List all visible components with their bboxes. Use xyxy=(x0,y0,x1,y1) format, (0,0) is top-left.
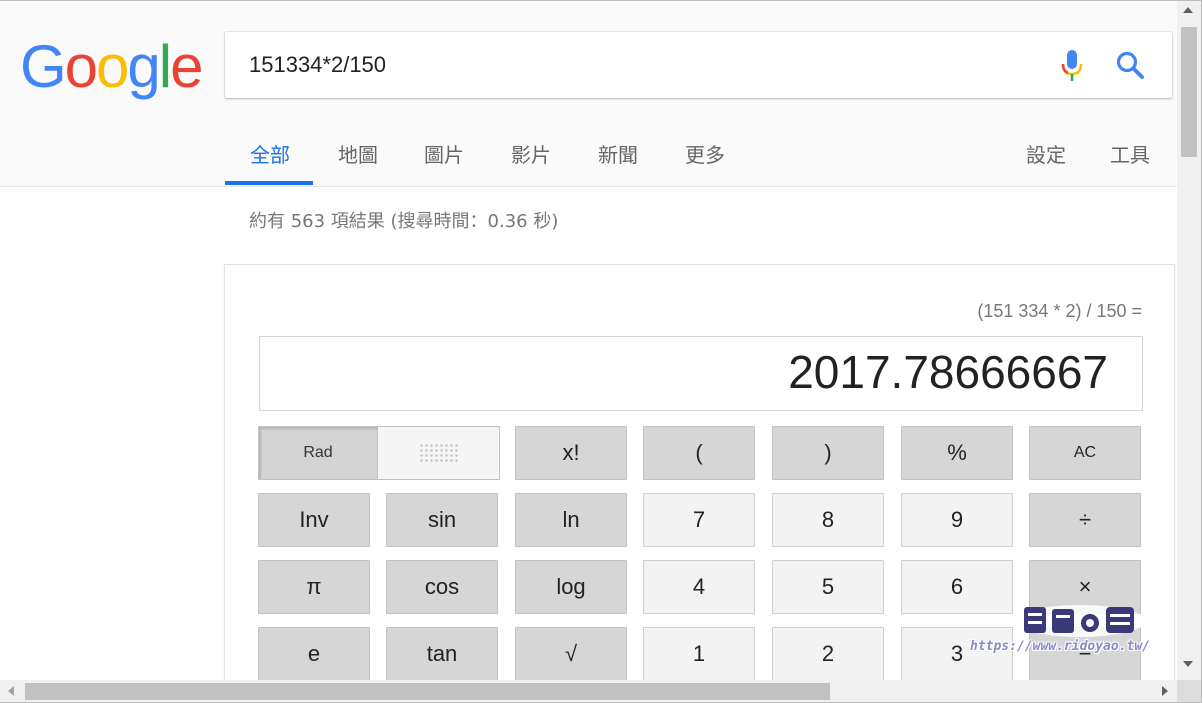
digit-6-button[interactable]: 6 xyxy=(901,560,1013,614)
digit-2-button[interactable]: 2 xyxy=(772,627,884,681)
all-clear-button[interactable]: AC xyxy=(1029,426,1141,480)
scrollbar-corner xyxy=(1177,680,1201,702)
e-button[interactable]: e xyxy=(258,627,370,681)
scroll-down-icon[interactable] xyxy=(1183,661,1193,667)
percent-button[interactable]: % xyxy=(901,426,1013,480)
ln-button[interactable]: ln xyxy=(515,493,627,547)
logo-letter: o xyxy=(64,33,98,100)
tab-tools[interactable]: 工具 xyxy=(1110,139,1150,168)
vertical-scroll-thumb[interactable] xyxy=(1181,27,1197,157)
vertical-scrollbar[interactable] xyxy=(1177,1,1201,680)
calculator-result: 2017.78666667 xyxy=(788,346,1108,398)
horizontal-scroll-thumb[interactable] xyxy=(25,683,830,700)
pi-button[interactable]: π xyxy=(258,560,370,614)
tab-maps[interactable]: 地圖 xyxy=(338,139,378,168)
calculator-card: (151 334 * 2) / 150 = 2017.78666667 Rad … xyxy=(224,264,1175,702)
scroll-left-icon[interactable] xyxy=(8,686,14,696)
microphone-icon[interactable] xyxy=(1059,49,1085,83)
subtract-button[interactable]: − xyxy=(1029,627,1141,681)
deg-button[interactable] xyxy=(378,427,499,479)
search-tabs: 全部 地圖 圖片 影片 新聞 更多 設定 工具 xyxy=(225,129,1165,186)
logo-letter: l xyxy=(158,33,172,100)
search-input[interactable] xyxy=(249,50,1029,80)
deg-dots-icon xyxy=(418,443,459,463)
horizontal-scrollbar[interactable] xyxy=(0,680,1177,702)
active-tab-indicator xyxy=(225,181,313,185)
sqrt-button[interactable]: √ xyxy=(515,627,627,681)
open-paren-button[interactable]: ( xyxy=(643,426,755,480)
close-paren-button[interactable]: ) xyxy=(772,426,884,480)
magnifier-icon[interactable] xyxy=(1115,50,1147,82)
digit-1-button[interactable]: 1 xyxy=(643,627,755,681)
search-box xyxy=(225,32,1172,98)
result-stats: 約有 563 項結果 (搜尋時間：0.36 秒) xyxy=(249,211,559,232)
factorial-button[interactable]: x! xyxy=(515,426,627,480)
browser-page: Google 全部 地圖 圖片 影片 新聞 更多 設定 工具 約有 563 項結… xyxy=(0,0,1202,703)
logo-letter: e xyxy=(170,33,203,100)
logo-letter: g xyxy=(127,33,160,100)
scroll-right-icon[interactable] xyxy=(1162,686,1168,696)
scroll-up-icon[interactable] xyxy=(1183,7,1193,13)
digit-8-button[interactable]: 8 xyxy=(772,493,884,547)
logo-letter: o xyxy=(96,33,129,100)
tab-settings[interactable]: 設定 xyxy=(1026,139,1066,168)
divide-button[interactable]: ÷ xyxy=(1029,493,1141,547)
calculator-display: 2017.78666667 xyxy=(259,336,1143,411)
tan-button[interactable]: tan xyxy=(386,627,498,681)
calculator-history: (151 334 * 2) / 150 = xyxy=(977,301,1142,321)
sin-button[interactable]: sin xyxy=(386,493,498,547)
digit-5-button[interactable]: 5 xyxy=(772,560,884,614)
log-button[interactable]: log xyxy=(515,560,627,614)
logo-letter: G xyxy=(20,33,67,100)
digit-7-button[interactable]: 7 xyxy=(643,493,755,547)
cos-button[interactable]: cos xyxy=(386,560,498,614)
multiply-button[interactable]: × xyxy=(1029,560,1141,614)
digit-3-button[interactable]: 3 xyxy=(901,627,1013,681)
rad-button[interactable]: Rad xyxy=(259,427,378,479)
tab-news[interactable]: 新聞 xyxy=(598,139,638,168)
tab-all[interactable]: 全部 xyxy=(250,139,290,168)
tab-videos[interactable]: 影片 xyxy=(511,139,551,168)
inv-button[interactable]: Inv xyxy=(258,493,370,547)
digit-4-button[interactable]: 4 xyxy=(643,560,755,614)
tab-more[interactable]: 更多 xyxy=(685,139,725,168)
angle-mode-toggle: Rad xyxy=(258,426,500,480)
tab-images[interactable]: 圖片 xyxy=(424,139,464,168)
digit-9-button[interactable]: 9 xyxy=(901,493,1013,547)
google-logo[interactable]: Google xyxy=(20,27,204,107)
